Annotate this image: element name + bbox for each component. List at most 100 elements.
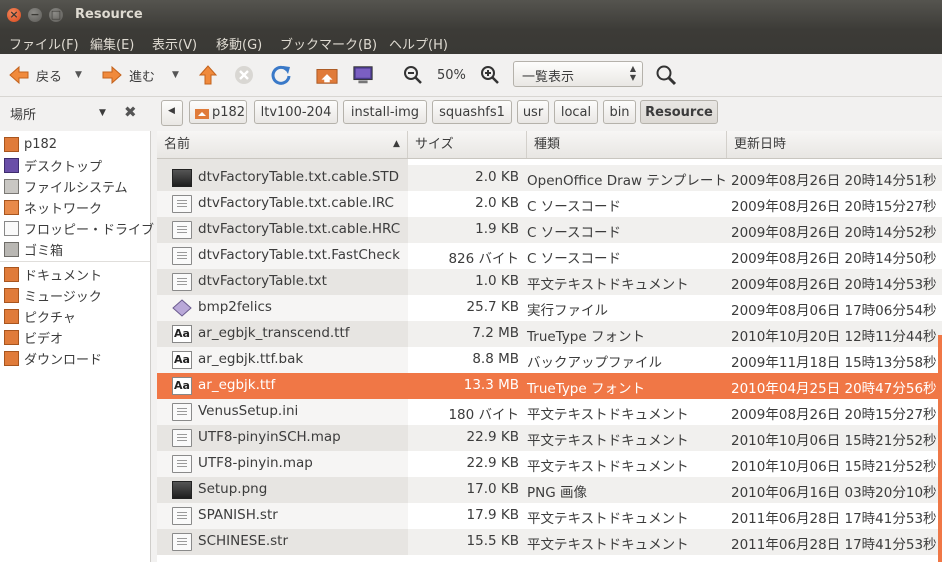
file-row[interactable]: VenusSetup.ini 180 バイト 平文テキストドキュメント 2009年08… xyxy=(157,399,942,425)
up-button[interactable] xyxy=(197,62,219,88)
c-source-icon xyxy=(172,247,192,265)
text-file-icon xyxy=(172,455,192,473)
reload-icon xyxy=(271,65,291,85)
column-header-modified[interactable]: 更新日時 xyxy=(727,131,942,158)
file-name: ar_egbjk.ttf.bak xyxy=(198,351,304,367)
file-modified: 2009年08月06日 17時06分54秒 xyxy=(731,303,937,319)
view-mode-value: 一覧表示 xyxy=(522,70,575,85)
file-row[interactable]: dtvFactoryTable.txt.cable.STD 2.0 KB OpenO… xyxy=(157,165,942,191)
column-header-size[interactable]: サイズ xyxy=(408,131,527,158)
file-name: VenusSetup.ini xyxy=(198,403,299,419)
sidebar-item-music[interactable]: ミュージック xyxy=(4,285,102,305)
crumb-resource[interactable]: Resource xyxy=(640,100,718,124)
file-modified: 2011年06月28日 17時41分53秒 xyxy=(731,511,937,527)
sidebar-item-label: p182 xyxy=(24,136,58,152)
close-icon: × xyxy=(9,8,19,21)
window-title: Resource xyxy=(75,7,143,22)
name-cell xyxy=(157,477,408,503)
crumb-ltv100-204[interactable]: ltv100-204 xyxy=(254,100,338,124)
computer-button[interactable] xyxy=(352,62,374,88)
maximize-window-button[interactable]: □ xyxy=(49,8,63,22)
file-name: ar_egbjk_transcend.ttf xyxy=(198,325,350,341)
sidebar-item-videos[interactable]: ビデオ xyxy=(4,327,63,347)
file-row[interactable]: dtvFactoryTable.txt.cable.IRC 2.0 KB C ソース… xyxy=(157,191,942,217)
zoom-out-icon xyxy=(404,66,422,84)
crumb-local[interactable]: local xyxy=(554,100,598,124)
search-button[interactable] xyxy=(655,62,677,88)
chevron-down-icon[interactable]: ▼ xyxy=(99,108,106,118)
forward-arrow-icon xyxy=(102,65,122,85)
minimize-window-button[interactable]: − xyxy=(28,8,42,22)
file-size: 15.5 KB xyxy=(466,533,519,549)
column-header-type[interactable]: 種類 xyxy=(527,131,727,158)
sidebar-item-label: ビデオ xyxy=(24,331,64,347)
sidebar-item-label: ピクチャ xyxy=(24,310,76,326)
file-row[interactable]: Aa ar_egbjk.ttf 13.3 MB TrueType フォント 2010年0… xyxy=(157,373,942,399)
menu-edit[interactable]: 編集(E) xyxy=(90,34,134,53)
forward-button[interactable]: 進む xyxy=(101,62,155,88)
file-row[interactable]: Aa ar_egbjk_transcend.ttf 7.2 MB TrueType フ… xyxy=(157,321,942,347)
file-row[interactable]: UTF8-pinyinSCH.map 22.9 KB 平文テキストドキュメント 201… xyxy=(157,425,942,451)
menu-view[interactable]: 表示(V) xyxy=(152,34,197,53)
computer-icon xyxy=(353,66,373,84)
file-row[interactable]: bmp2felics 25.7 KB 実行ファイル 2009年08月06日 17時06… xyxy=(157,295,942,321)
crumb-usr[interactable]: usr xyxy=(517,100,549,124)
sidebar-item-network[interactable]: ネットワーク xyxy=(4,197,102,217)
text-file-icon xyxy=(172,533,192,551)
file-row[interactable]: Setup.png 17.0 KB PNG 画像 2010年06月16日 03時20分… xyxy=(157,477,942,503)
file-row[interactable]: dtvFactoryTable.txt.FastCheck 826 バイト C ソー… xyxy=(157,243,942,269)
home-folder-icon xyxy=(4,136,19,152)
chevron-left-icon: ◀ xyxy=(168,106,175,116)
view-mode-select[interactable]: 一覧表示 ▲ ▼ xyxy=(513,61,643,87)
stop-button[interactable] xyxy=(233,62,255,88)
close-sidebar-icon[interactable]: ✖ xyxy=(124,103,137,121)
sidebar-item-documents[interactable]: ドキュメント xyxy=(4,264,102,284)
c-source-icon xyxy=(172,195,192,213)
name-cell xyxy=(157,295,408,321)
desktop-icon xyxy=(4,157,19,173)
menu-file[interactable]: ファイル(F) xyxy=(9,34,79,53)
menu-bookmarks[interactable]: ブックマーク(B) xyxy=(280,34,377,53)
file-name: dtvFactoryTable.txt.cable.IRC xyxy=(198,195,394,211)
file-type: 平文テキストドキュメント xyxy=(527,511,689,527)
sidebar-item-home[interactable]: p182 xyxy=(4,134,57,154)
back-button[interactable]: 戻る xyxy=(8,62,62,88)
scrollbar-thumb[interactable] xyxy=(938,335,942,562)
sidebar-item-desktop[interactable]: デスクトップ xyxy=(4,155,102,175)
close-window-button[interactable]: × xyxy=(7,8,21,22)
file-row[interactable]: SPANISH.str 17.9 KB 平文テキストドキュメント 2011年06月28… xyxy=(157,503,942,529)
home-button[interactable] xyxy=(316,62,338,88)
name-cell xyxy=(157,503,408,529)
menu-go[interactable]: 移動(G) xyxy=(216,34,262,53)
file-row[interactable]: dtvFactoryTable.txt 1.0 KB 平文テキストドキュメント 200… xyxy=(157,269,942,295)
file-type: 平文テキストドキュメント xyxy=(527,277,689,293)
sidebar-item-trash[interactable]: ゴミ箱 xyxy=(4,239,63,259)
forward-history-dropdown[interactable]: ▼ xyxy=(172,62,179,88)
file-row[interactable]: dtvFactoryTable.txt.cable.HRC 1.9 KB C ソース… xyxy=(157,217,942,243)
zoom-in-icon xyxy=(481,66,499,84)
file-row[interactable]: Aa ar_egbjk.ttf.bak 8.8 MB バックアップファイル 2009年1… xyxy=(157,347,942,373)
zoom-out-button[interactable] xyxy=(402,62,424,88)
sidebar-item-downloads[interactable]: ダウンロード xyxy=(4,348,102,368)
file-name: bmp2felics xyxy=(198,299,272,315)
reload-button[interactable] xyxy=(270,62,292,88)
path-scroll-left-button[interactable]: ◀ xyxy=(161,100,183,126)
zoom-in-button[interactable] xyxy=(479,62,501,88)
sidebar-item-floppy[interactable]: フロッピー・ドライブ xyxy=(4,218,154,238)
crumb-bin[interactable]: bin xyxy=(603,100,636,124)
crumb-squashfs1[interactable]: squashfs1 xyxy=(432,100,512,124)
menu-help[interactable]: ヘルプ(H) xyxy=(389,34,448,53)
back-history-dropdown[interactable]: ▼ xyxy=(75,62,82,88)
crumb-install-img[interactable]: install-img xyxy=(343,100,427,124)
sidebar-item-filesystem[interactable]: ファイルシステム xyxy=(4,176,128,196)
column-header-name[interactable]: 名前 ▲ xyxy=(157,131,408,158)
places-header[interactable]: 場所 xyxy=(10,104,36,123)
sidebar-item-pictures[interactable]: ピクチャ xyxy=(4,306,76,326)
file-size: 1.0 KB xyxy=(475,273,519,289)
music-folder-icon xyxy=(4,287,19,303)
file-type: 平文テキストドキュメント xyxy=(527,407,689,423)
title-bar: × − □ Resource xyxy=(0,0,942,30)
file-row[interactable]: SCHINESE.str 15.5 KB 平文テキストドキュメント 2011年06月2… xyxy=(157,529,942,555)
crumb-p182[interactable]: p182 xyxy=(189,100,247,124)
file-row[interactable]: UTF8-pinyin.map 22.9 KB 平文テキストドキュメント 2010年1… xyxy=(157,451,942,477)
